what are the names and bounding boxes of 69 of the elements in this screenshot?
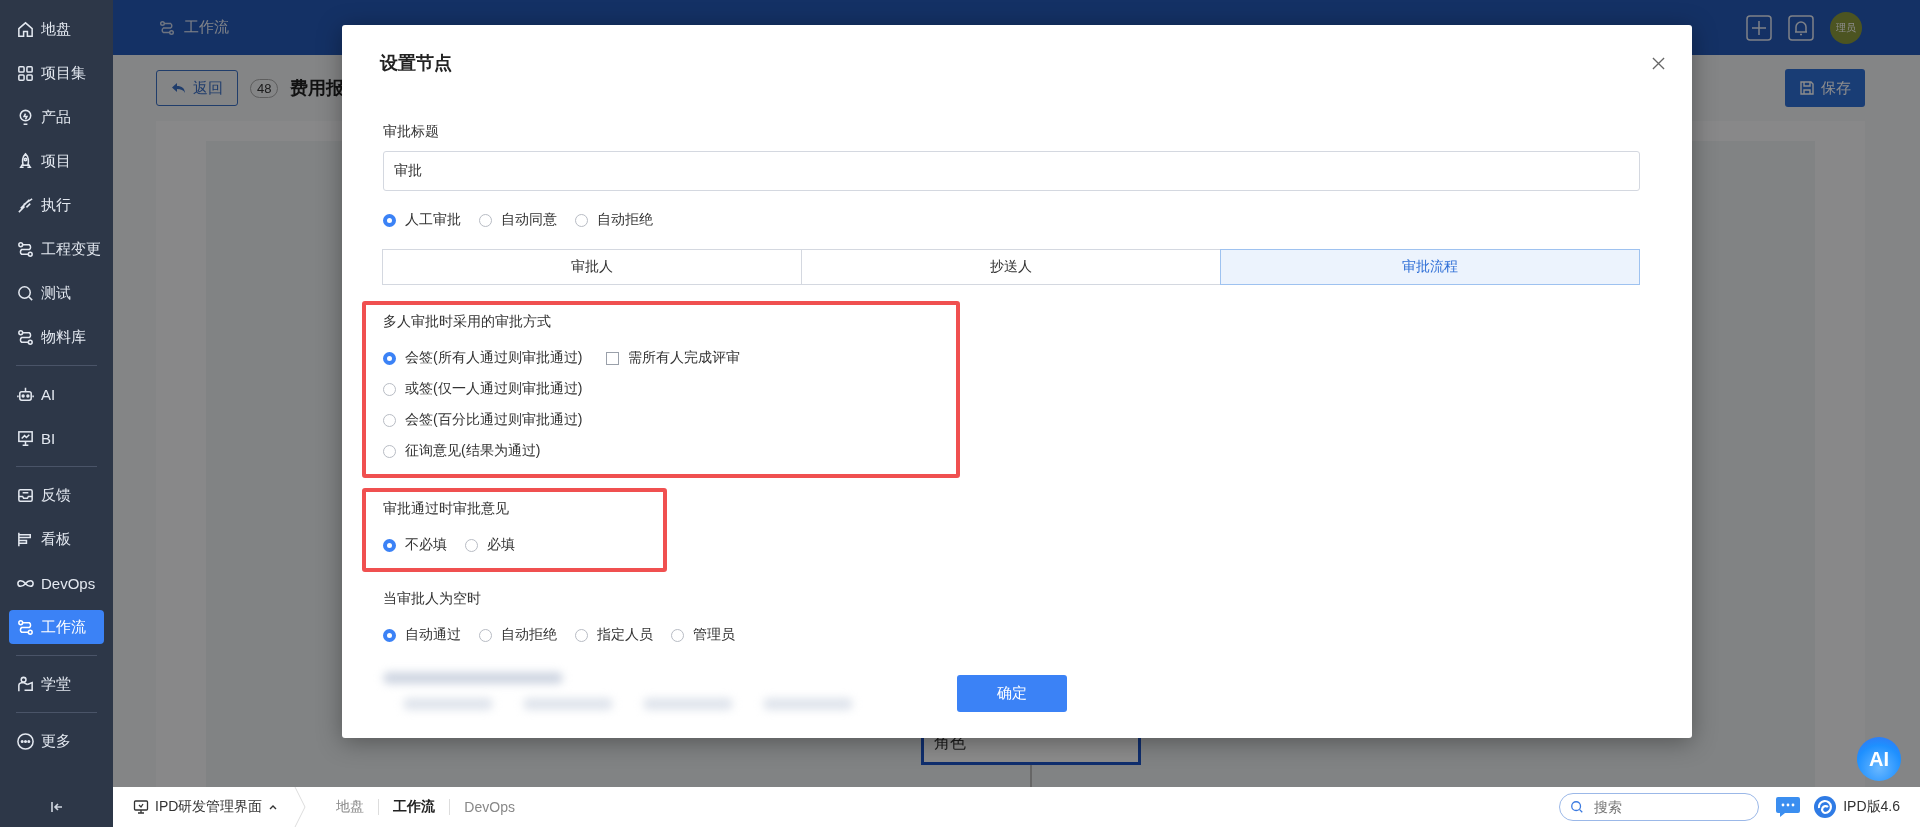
sidebar-item[interactable]: 看板 [9, 522, 104, 556]
flow-icon [16, 239, 35, 259]
breadcrumb: 工作流 [184, 18, 229, 37]
radio-option[interactable]: 征询意见(结果为通过) [383, 442, 541, 460]
sidebar-item[interactable]: 产品 [9, 100, 104, 134]
radio-option[interactable]: 指定人员 [575, 626, 653, 644]
chat-icon[interactable] [1775, 796, 1802, 818]
sidebar-item[interactable]: DevOps [9, 566, 104, 600]
radio-option[interactable]: 自动拒绝 [575, 211, 653, 229]
radio-option[interactable]: 自动通过 [383, 626, 461, 644]
bottom-tab[interactable]: DevOps [450, 799, 529, 815]
sidebar-item[interactable]: 项目集 [9, 56, 104, 90]
tab[interactable]: 抄送人 [801, 249, 1221, 285]
workspace-switcher[interactable]: IPD研发管理界面 [133, 798, 279, 816]
section-label: 审批通过时审批意见 [383, 500, 510, 518]
collapse-icon[interactable] [48, 799, 65, 815]
title-input[interactable]: 审批 [383, 151, 1640, 191]
sidebar-item[interactable]: 更多 [9, 724, 104, 758]
sidebar-item[interactable]: AI [9, 377, 104, 411]
flow-icon [16, 617, 35, 637]
close-icon[interactable] [1652, 56, 1665, 70]
sidebar-item[interactable]: 物料库 [9, 320, 104, 354]
radio-option[interactable]: 或签(仅一人通过则审批通过) [383, 380, 583, 398]
bell-icon[interactable] [1788, 14, 1814, 41]
radio-option[interactable]: 会签(百分比通过则审批通过) [383, 411, 583, 429]
flow-icon [16, 327, 35, 347]
dialog-title: 设置节点 [380, 52, 452, 75]
radio-option[interactable]: 人工审批 [383, 211, 461, 229]
sidebar-item[interactable]: 工作流 [9, 610, 104, 644]
sidebar-item[interactable]: 反馈 [9, 478, 104, 512]
home-icon [16, 19, 35, 39]
run-icon [16, 195, 35, 215]
section-label: 当审批人为空时 [383, 590, 482, 608]
tab[interactable]: 审批人 [382, 249, 802, 285]
search-icon [16, 283, 35, 303]
field-label: 审批标题 [383, 123, 440, 141]
radio-option[interactable]: 自动拒绝 [479, 626, 557, 644]
confirm-button[interactable]: 确定 [957, 675, 1067, 712]
grid-icon [16, 63, 35, 83]
tab[interactable]: 审批流程 [1220, 249, 1640, 285]
sidebar-item[interactable]: 项目 [9, 144, 104, 178]
sidebar-item[interactable]: 测试 [9, 276, 104, 310]
search-field[interactable]: 搜索 [1559, 793, 1760, 821]
radio-option[interactable]: 必填 [465, 536, 515, 554]
section-label: 多人审批时采用的审批方式 [383, 313, 552, 331]
sidebar-item[interactable]: 学堂 [9, 667, 104, 701]
checkbox-option[interactable]: 需所有人完成评审 [606, 349, 741, 367]
radio-option[interactable]: 不必填 [383, 536, 447, 554]
add-icon[interactable] [1746, 14, 1772, 41]
swirl-logo-icon [1813, 795, 1838, 819]
sidebar-item[interactable]: 执行 [9, 188, 104, 222]
bottom-tab[interactable]: 工作流 [379, 798, 450, 816]
save-icon [1799, 80, 1815, 96]
monitor-icon [133, 799, 149, 815]
bottom-tab[interactable]: 地盘 [322, 798, 379, 816]
sidebar-item[interactable]: 工程变更 [9, 232, 104, 266]
version-label: IPD版4.6 [1843, 798, 1900, 816]
search-icon [1570, 800, 1585, 814]
flow-icon [158, 18, 176, 37]
radio-option[interactable]: 管理员 [671, 626, 735, 644]
board-icon [16, 428, 35, 448]
radio-option[interactable]: 自动同意 [479, 211, 557, 229]
more-icon [16, 731, 35, 751]
page-title: 费用报 [290, 77, 345, 100]
learn-icon [16, 674, 35, 694]
radio-option[interactable]: 会签(所有人通过则审批通过) [383, 349, 583, 367]
sidebar-item[interactable]: 地盘 [9, 12, 104, 46]
sidebar-item[interactable]: BI [9, 421, 104, 455]
chevron-divider [294, 787, 307, 827]
